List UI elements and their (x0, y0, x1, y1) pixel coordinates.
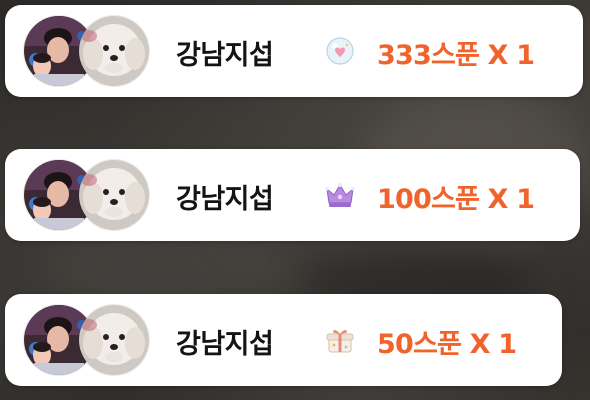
avatar-group (23, 15, 163, 87)
donation-card: 강남지섭 50스푼 X 1 (5, 294, 562, 386)
dog-photo-icon (79, 16, 149, 86)
dog-photo-icon (79, 305, 149, 375)
dog-avatar[interactable] (78, 15, 150, 87)
donation-amount: 333스푼 X 1 (377, 40, 535, 71)
donor-nickname: 강남지섭 (176, 40, 274, 71)
dog-avatar[interactable] (78, 159, 150, 231)
dog-photo-icon (79, 160, 149, 230)
donation-amount: 100스푼 X 1 (377, 184, 535, 215)
crown-icon (324, 179, 356, 211)
donation-card: 강남지섭 100스푼 X 1 (5, 149, 580, 241)
bubble-heart-icon (324, 35, 356, 67)
donor-nickname: 강남지섭 (176, 329, 274, 360)
donation-card: 강남지섭 333스푼 X 1 (5, 5, 583, 97)
gift-box-icon (324, 324, 356, 356)
avatar-group (23, 304, 163, 376)
donation-amount: 50스푼 X 1 (377, 329, 517, 360)
donor-nickname: 강남지섭 (176, 184, 274, 215)
donation-feed: 강남지섭 333스푼 X 1 강남지섭 100스푼 X 1 강남지섭 50스푼 … (0, 0, 590, 400)
dog-avatar[interactable] (78, 304, 150, 376)
avatar-group (23, 159, 163, 231)
